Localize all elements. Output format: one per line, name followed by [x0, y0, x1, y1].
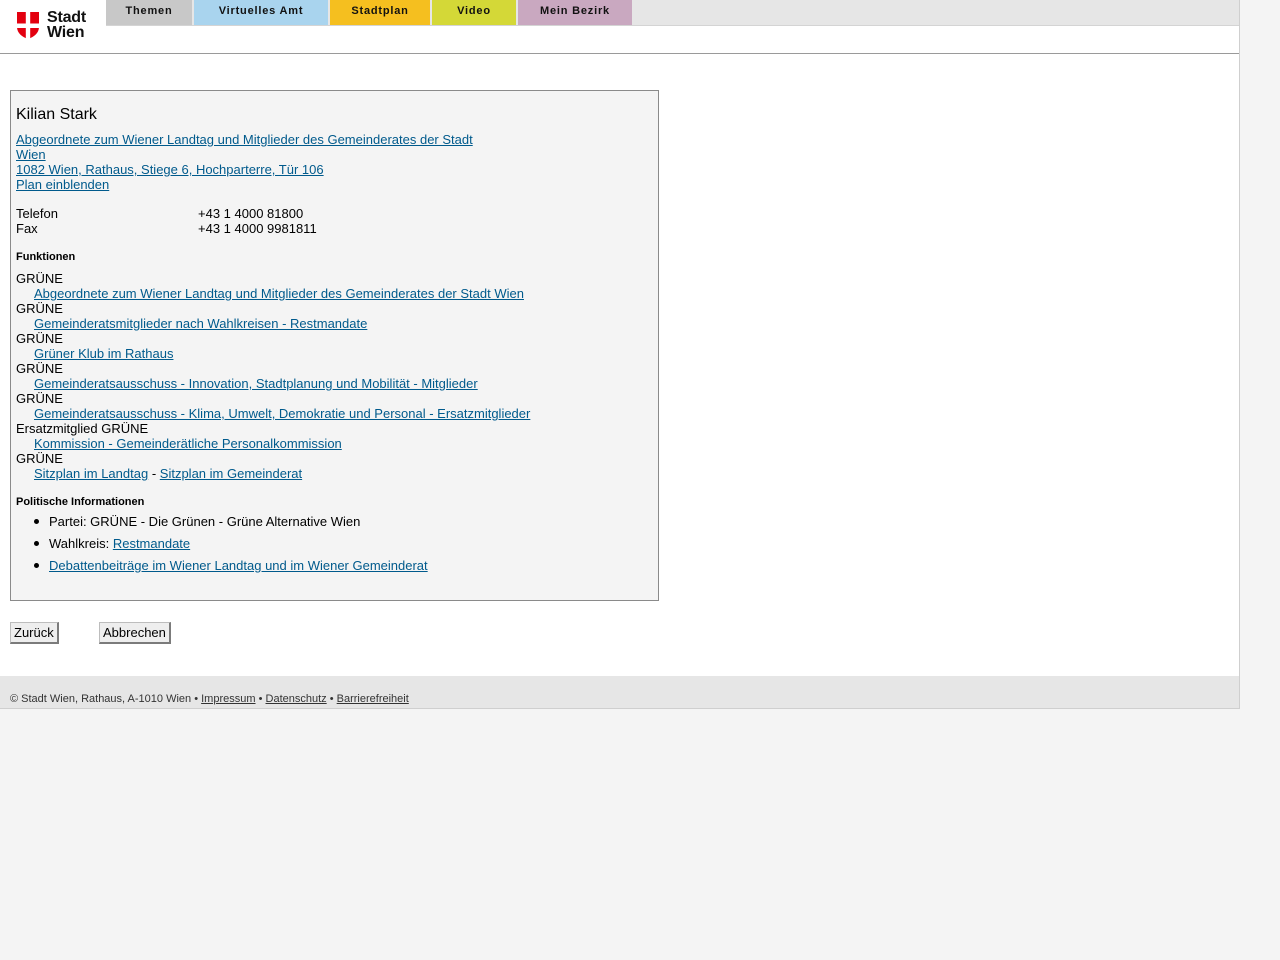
- nav-tab-virtuelles-amt[interactable]: Virtuelles Amt: [194, 0, 328, 25]
- person-links: Abgeordnete zum Wiener Landtag und Mitgl…: [16, 132, 486, 192]
- impressum-link[interactable]: Impressum: [201, 693, 255, 705]
- district-link[interactable]: Restmandate: [113, 536, 190, 551]
- nav-tab-video[interactable]: Video: [432, 0, 516, 25]
- seat-plan-landtag-link[interactable]: Sitzplan im Landtag: [34, 466, 148, 481]
- site-header: Stadt Wien Themen Virtuelles Amt Stadtpl…: [0, 0, 1239, 54]
- barrierefreiheit-link[interactable]: Barrierefreiheit: [337, 693, 409, 705]
- function-link[interactable]: Grüner Klub im Rathaus: [34, 346, 173, 361]
- function-party: GRÜNE: [16, 451, 63, 466]
- role-link[interactable]: Abgeordnete zum Wiener Landtag und Mitgl…: [16, 132, 486, 162]
- nav-tab-mein-bezirk[interactable]: Mein Bezirk: [518, 0, 632, 25]
- footer-copyright: © Stadt Wien, Rathaus, A-1010 Wien: [10, 693, 192, 705]
- function-link[interactable]: Kommission - Gemeinderätliche Personalko…: [34, 436, 342, 451]
- debates-link[interactable]: Debattenbeiträge im Wiener Landtag und i…: [49, 558, 428, 573]
- function-party: GRÜNE: [16, 361, 63, 376]
- vienna-shield-icon: [17, 12, 39, 39]
- phone-row: Telefon +43 1 4000 81800: [16, 206, 416, 221]
- list-item: Partei: GRÜNE - Die Grünen - Grüne Alter…: [16, 514, 646, 536]
- fax-label: Fax: [16, 221, 38, 236]
- main-navigation: Themen Virtuelles Amt Stadtplan Video Me…: [106, 0, 1239, 26]
- fax-value: +43 1 4000 9981811: [198, 221, 317, 236]
- party-info: Partei: GRÜNE - Die Grünen - Grüne Alter…: [49, 514, 361, 529]
- function-link[interactable]: Gemeinderatsmitglieder nach Wahlkreisen …: [34, 316, 367, 331]
- list-item: Wahlkreis: Restmandate: [16, 536, 646, 558]
- function-link[interactable]: Gemeinderatsausschuss - Klima, Umwelt, D…: [34, 406, 530, 421]
- site-footer: © Stadt Wien, Rathaus, A-1010 Wien • Imp…: [0, 676, 1239, 709]
- function-link[interactable]: Gemeinderatsausschuss - Innovation, Stad…: [34, 376, 478, 391]
- function-party: GRÜNE: [16, 271, 63, 286]
- nav-tab-stadtplan[interactable]: Stadtplan: [330, 0, 430, 25]
- list-item: Debattenbeiträge im Wiener Landtag und i…: [16, 558, 646, 580]
- function-link[interactable]: Abgeordnete zum Wiener Landtag und Mitgl…: [34, 286, 524, 301]
- function-party: GRÜNE: [16, 391, 63, 406]
- function-party: Ersatzmitglied GRÜNE: [16, 421, 149, 436]
- footer-separator: •: [258, 693, 263, 705]
- function-party: GRÜNE: [16, 331, 63, 346]
- function-party: GRÜNE: [16, 301, 63, 316]
- logo-text: Stadt Wien: [47, 9, 87, 41]
- seat-plan-separator: -: [151, 466, 157, 481]
- fax-row: Fax +43 1 4000 9981811: [16, 221, 416, 236]
- footer-separator: •: [329, 693, 334, 705]
- datenschutz-link[interactable]: Datenschutz: [266, 693, 327, 705]
- page-frame: Stadt Wien Themen Virtuelles Amt Stadtpl…: [0, 0, 1240, 709]
- functions-list: GRÜNE Abgeordnete zum Wiener Landtag und…: [16, 271, 646, 481]
- phone-label: Telefon: [16, 206, 58, 221]
- political-info-heading: Politische Informationen: [16, 496, 145, 508]
- cancel-button[interactable]: Abbrechen: [99, 622, 171, 644]
- address-link[interactable]: 1082 Wien, Rathaus, Stiege 6, Hochparter…: [16, 162, 486, 177]
- political-info-list: Partei: GRÜNE - Die Grünen - Grüne Alter…: [16, 514, 646, 580]
- phone-value: +43 1 4000 81800: [198, 206, 304, 221]
- district-label: Wahlkreis:: [49, 536, 110, 551]
- functions-heading: Funktionen: [16, 251, 76, 263]
- footer-separator: •: [194, 693, 199, 705]
- back-button[interactable]: Zurück: [10, 622, 59, 644]
- nav-tab-themen[interactable]: Themen: [106, 0, 192, 25]
- contact-info: Telefon +43 1 4000 81800 Fax +43 1 4000 …: [16, 206, 416, 236]
- show-map-link[interactable]: Plan einblenden: [16, 177, 486, 192]
- person-name: Kilian Stark: [16, 106, 97, 123]
- seat-plan-gemeinderat-link[interactable]: Sitzplan im Gemeinderat: [160, 466, 302, 481]
- stadt-wien-logo[interactable]: Stadt Wien: [16, 10, 92, 42]
- person-detail-box: Kilian Stark Abgeordnete zum Wiener Land…: [10, 90, 659, 601]
